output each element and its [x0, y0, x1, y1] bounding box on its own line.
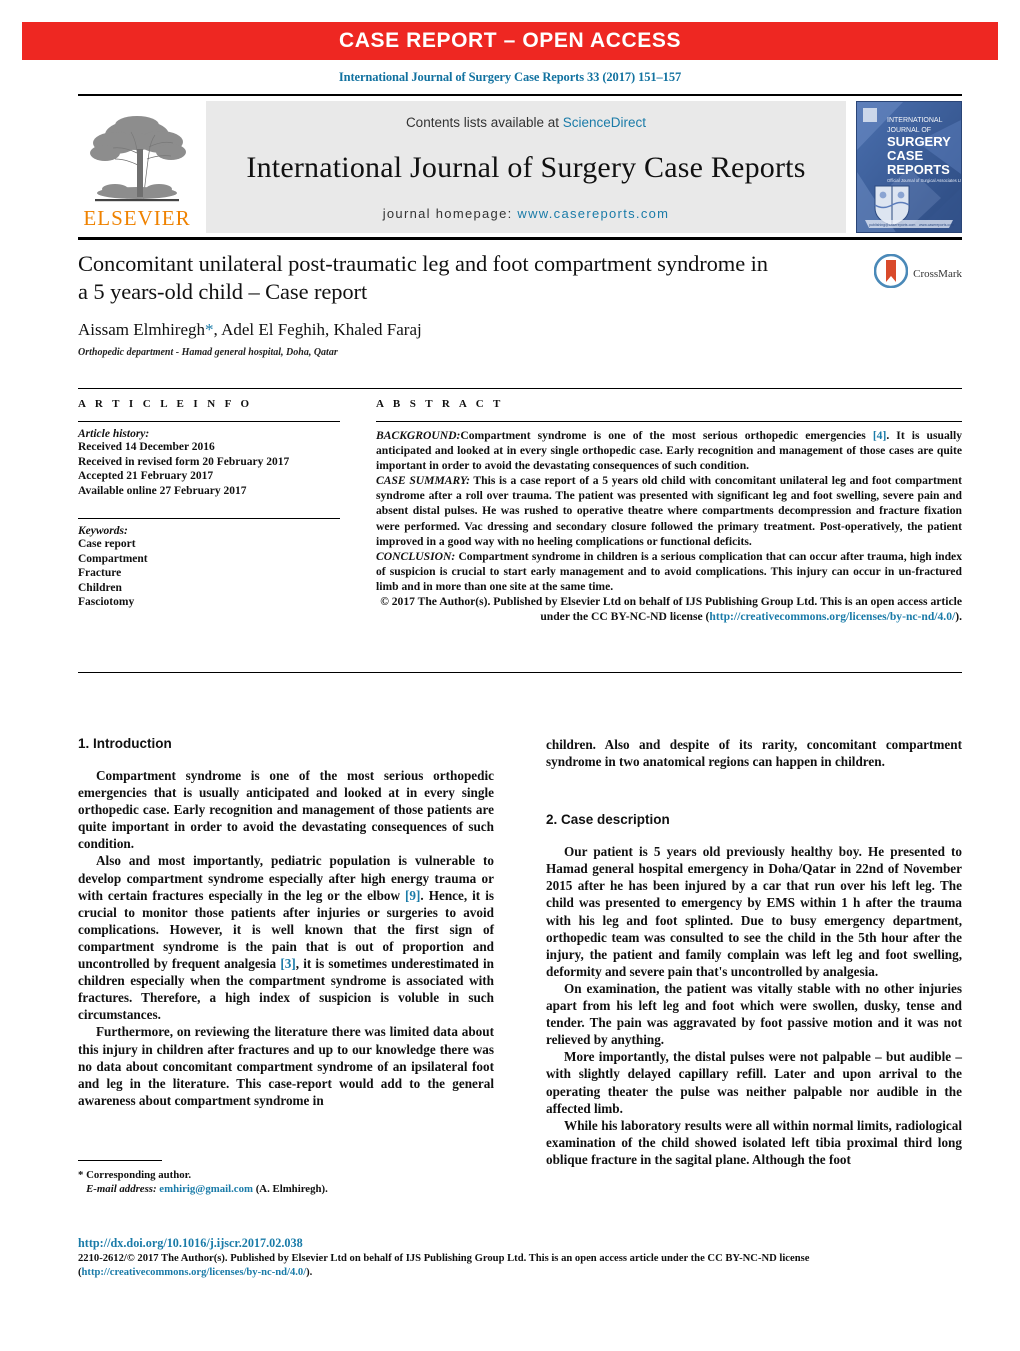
elsevier-logo: ELSEVIER: [78, 101, 196, 233]
abstract-background-text-1: Compartment syndrome is one of the most …: [460, 429, 873, 442]
article-history-item: Received 14 December 2016: [78, 441, 215, 453]
article-history-item: Received in revised form 20 February 201…: [78, 455, 290, 468]
abstract-heading: A B S T R A C T: [376, 398, 504, 410]
journal-cover-image: INTERNATIONAL JOURNAL OF SURGERY CASE RE…: [856, 101, 962, 233]
license-footer: 2210-2612/© 2017 The Author(s). Publishe…: [78, 1252, 962, 1280]
abstract-conclusion-label: CONCLUSION:: [376, 549, 456, 563]
keyword-item: Fracture: [78, 567, 122, 579]
case-paragraph-1: Our patient is 5 years old previously he…: [546, 844, 962, 979]
info-panel-top-rule: [78, 388, 962, 389]
svg-text:JOURNAL OF: JOURNAL OF: [887, 127, 931, 134]
article-info-rule: [78, 421, 340, 422]
open-access-banner: CASE REPORT – OPEN ACCESS: [22, 22, 998, 60]
crossmark-badge[interactable]: CrossMark: [873, 253, 962, 293]
open-access-banner-label: CASE REPORT – OPEN ACCESS: [338, 29, 682, 52]
keywords-block: Keywords: Case report Compartment Fractu…: [78, 518, 340, 610]
abstract-background-label: BACKGROUND:: [376, 429, 461, 442]
author-list: Aissam Elmhiregh*, Adel El Feghih, Khale…: [78, 320, 962, 340]
authors-rest: , Adel El Feghih, Khaled Faraj: [213, 320, 422, 339]
sciencedirect-link[interactable]: ScienceDirect: [563, 115, 646, 130]
masthead-top-rule: [78, 94, 962, 96]
intro-paragraph-1: Compartment syndrome is one of the most …: [78, 768, 494, 852]
masthead-center-panel: Contents lists available at ScienceDirec…: [206, 101, 846, 233]
svg-text:www.casereports.com: www.casereports.com: [919, 223, 954, 227]
section-heading-case-description: 2. Case description: [546, 812, 670, 828]
keywords-rule: [78, 518, 340, 519]
email-address-label: E-mail address:: [86, 1183, 157, 1195]
intro-continuation-paragraph: children. Also and despite of its rarity…: [546, 737, 962, 770]
article-history-item: Accepted 21 February 2017: [78, 470, 214, 482]
intro-paragraph-2: Also and most importantly, pediatric pop…: [78, 852, 494, 1023]
abstract-body: BACKGROUND:Compartment syndrome is one o…: [376, 428, 962, 624]
reference-3[interactable]: [3]: [280, 956, 295, 971]
abstract-conclusion-paragraph: CONCLUSION: Compartment syndrome in chil…: [376, 549, 962, 594]
corresponding-author-note: * Corresponding author.: [78, 1169, 192, 1181]
body-column-right: children. Also and despite of its rarity…: [546, 736, 962, 1168]
intro-paragraph-3: Furthermore, on reviewing the literature…: [78, 1024, 494, 1108]
author-affiliation: Orthopedic department - Hamad general ho…: [78, 347, 338, 358]
journal-citation-line: International Journal of Surgery Case Re…: [338, 70, 682, 84]
contents-lists-line: Contents lists available at ScienceDirec…: [406, 115, 646, 130]
article-info-column: A R T I C L E I N F O Article history: R…: [78, 398, 358, 624]
author-primary: Aissam Elmhiregh: [78, 320, 206, 339]
case-paragraph-4: While his laboratory results were all wi…: [546, 1117, 962, 1167]
elsevier-tree-icon: [85, 109, 189, 205]
license-text-2: ).: [306, 1267, 313, 1278]
journal-homepage-prefix: journal homepage:: [382, 206, 518, 221]
svg-text:REPORTS: REPORTS: [887, 162, 950, 177]
abstract-background-paragraph: BACKGROUND:Compartment syndrome is one o…: [376, 428, 962, 473]
section-heading-introduction: 1. Introduction: [78, 736, 172, 751]
svg-text:INTERNATIONAL: INTERNATIONAL: [887, 117, 943, 124]
info-panel-bottom-rule: [78, 672, 962, 673]
keyword-item: Children: [78, 581, 122, 594]
svg-text:publishing@casereports.com: publishing@casereports.com: [869, 223, 915, 227]
body-column-left: 1. Introduction Compartment syndrome is …: [78, 736, 494, 1168]
svg-text:CASE: CASE: [887, 148, 923, 163]
reference-9[interactable]: [9]: [405, 888, 420, 903]
case-paragraph-3: More importantly, the distal pulses were…: [546, 1049, 962, 1116]
abstract-conclusion-text: Compartment syndrome in children is a se…: [376, 549, 962, 593]
copyright-text-2: ).: [955, 610, 962, 624]
email-owner-suffix: (A. Elmhiregh).: [253, 1183, 328, 1195]
keywords-label: Keywords:: [78, 525, 128, 537]
article-body: 1. Introduction Compartment syndrome is …: [78, 736, 962, 1168]
journal-masthead: ELSEVIER Contents lists available at Sci…: [78, 94, 962, 240]
svg-text:SURGERY: SURGERY: [887, 134, 951, 149]
journal-homepage-link[interactable]: www.casereports.com: [517, 206, 669, 221]
corresponding-author-footnote: * Corresponding author. E-mail address: …: [78, 1168, 518, 1196]
license-link-part-1[interactable]: http://: [82, 1267, 110, 1278]
abstract-column: A B S T R A C T BACKGROUND:Compartment s…: [358, 398, 962, 624]
journal-title: International Journal of Surgery Case Re…: [246, 151, 806, 184]
keyword-item: Case report: [78, 538, 136, 550]
corresponding-author-email-link[interactable]: emhirig@gmail.com: [159, 1183, 253, 1195]
footnote-separator-rule: [78, 1160, 162, 1161]
license-link-part-2[interactable]: creativecommons.org/licenses/by-nc-nd/4.…: [110, 1267, 306, 1278]
masthead-bottom-rule: [78, 237, 962, 240]
info-abstract-panel: A R T I C L E I N F O Article history: R…: [78, 398, 962, 624]
article-title: Concomitant unilateral post-traumatic le…: [78, 251, 768, 304]
abstract-case-summary-paragraph: CASE SUMMARY: This is a case report of a…: [376, 473, 962, 548]
email-line: E-mail address: emhirig@gmail.com (A. El…: [78, 1182, 518, 1196]
creative-commons-link[interactable]: http://creativecommons.org/licenses/by-n…: [709, 610, 955, 623]
svg-text:Official Journal of Surgical A: Official Journal of Surgical Associates …: [887, 178, 961, 183]
abstract-case-summary-label: CASE SUMMARY:: [376, 474, 470, 488]
crossmark-label: CrossMark: [913, 267, 962, 280]
article-history-label: Article history:: [78, 428, 150, 440]
case-paragraph-2: On examination, the patient was vitally …: [546, 980, 962, 1048]
abstract-reference-4[interactable]: [4]: [873, 429, 887, 442]
article-header: Concomitant unilateral post-traumatic le…: [78, 250, 962, 358]
article-info-heading: A R T I C L E I N F O: [78, 398, 253, 410]
keyword-item: Compartment: [78, 552, 148, 565]
contents-lists-prefix: Contents lists available at: [405, 115, 563, 130]
keyword-item: Fasciotomy: [78, 596, 135, 608]
journal-homepage-line: journal homepage: www.casereports.com: [383, 206, 670, 221]
article-history-item: Available online 27 February 2017: [78, 484, 247, 497]
abstract-rule: [376, 421, 962, 422]
crossmark-icon: [873, 253, 909, 293]
corresponding-author-marker: *: [205, 320, 214, 339]
doi-link[interactable]: http://dx.doi.org/10.1016/j.ijscr.2017.0…: [78, 1236, 303, 1251]
elsevier-wordmark: ELSEVIER: [83, 206, 191, 230]
abstract-copyright-paragraph: © 2017 The Author(s). Published by Elsev…: [376, 594, 962, 624]
